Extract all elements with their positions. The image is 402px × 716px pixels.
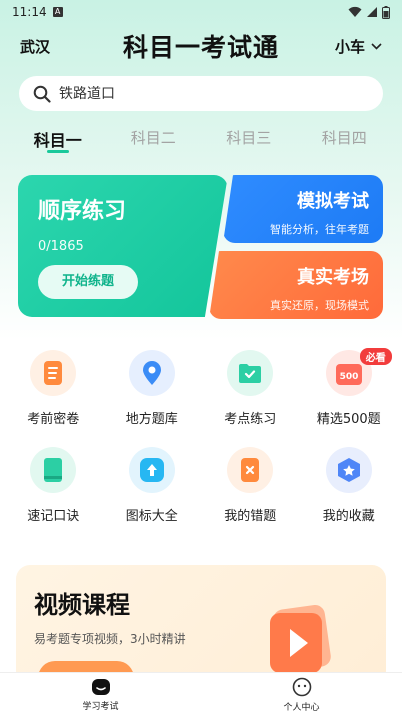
book-icon bbox=[44, 458, 63, 482]
feature-selected-500[interactable]: 500 必看 精选500题 bbox=[300, 348, 399, 427]
vehicle-label: 小车 bbox=[334, 37, 365, 56]
feature-label: 考前密卷 bbox=[27, 412, 80, 427]
status-bar: 11:14 A bbox=[0, 0, 402, 24]
start-practice-button[interactable]: 开始练题 bbox=[38, 265, 138, 299]
practice-cards: 顺序练习 0/1865 开始练题 模拟考试 智能分析，往年考题 真实考场 真实还… bbox=[0, 175, 402, 320]
feature-grid: 考前密卷 地方题库 考点练习 500 必看 精选500题 速记口诀 图标大全 我… bbox=[0, 348, 402, 524]
feature-topic-practice[interactable]: 考点练习 bbox=[201, 350, 300, 427]
mock-exam-card[interactable]: 模拟考试 智能分析，往年考题 bbox=[223, 175, 383, 243]
battery-icon bbox=[382, 5, 390, 19]
bottom-navigation: 学习考试 个人中心 bbox=[0, 672, 402, 716]
sequential-practice-card[interactable]: 顺序练习 0/1865 开始练题 bbox=[18, 175, 228, 317]
real-exam-subtitle: 真实还原，现场模式 bbox=[270, 299, 369, 312]
nav-study[interactable]: 学习考试 bbox=[0, 673, 201, 716]
tab-subject-2[interactable]: 科目二 bbox=[106, 127, 202, 157]
feature-mnemonics[interactable]: 速记口诀 bbox=[4, 447, 103, 524]
star-favorite-icon bbox=[337, 458, 360, 482]
wifi-icon bbox=[348, 6, 362, 17]
status-time: 11:14 bbox=[12, 5, 47, 19]
tab-subject-1[interactable]: 科目一 bbox=[10, 127, 106, 157]
practice-progress: 0/1865 bbox=[38, 239, 84, 254]
location-pin-icon bbox=[142, 361, 161, 385]
must-see-badge: 必看 bbox=[359, 348, 392, 365]
city-selector[interactable]: 武汉 bbox=[20, 36, 90, 57]
nav-profile-label: 个人中心 bbox=[283, 702, 320, 713]
practice-title: 顺序练习 bbox=[38, 199, 127, 224]
study-icon bbox=[91, 678, 110, 695]
search-bar[interactable] bbox=[19, 76, 383, 111]
vehicle-selector[interactable]: 小车 bbox=[312, 36, 382, 57]
feature-wrong-answers[interactable]: 我的错题 bbox=[201, 447, 300, 524]
feature-label: 我的错题 bbox=[224, 509, 277, 524]
tab-subject-3[interactable]: 科目三 bbox=[201, 127, 297, 157]
tab-subject-4[interactable]: 科目四 bbox=[297, 127, 393, 157]
sim-icon: A bbox=[52, 7, 63, 17]
search-icon bbox=[33, 85, 51, 103]
feature-label: 速记口诀 bbox=[27, 509, 80, 524]
play-icon bbox=[270, 605, 331, 673]
app-title: 科目一考试通 bbox=[122, 33, 279, 62]
feature-exam-paper[interactable]: 考前密卷 bbox=[4, 350, 103, 427]
500-icon-text: 500 bbox=[339, 372, 358, 382]
feature-icon-collection[interactable]: 图标大全 bbox=[103, 447, 202, 524]
feature-favorites[interactable]: 我的收藏 bbox=[300, 447, 399, 524]
subject-tabs: 科目一 科目二 科目三 科目四 bbox=[0, 127, 402, 157]
profile-face-icon bbox=[292, 677, 311, 696]
upload-arrow-icon bbox=[139, 458, 164, 482]
feature-label: 我的收藏 bbox=[322, 509, 375, 524]
mock-exam-title: 模拟考试 bbox=[297, 191, 369, 212]
search-input[interactable] bbox=[59, 85, 369, 102]
mock-exam-subtitle: 智能分析，往年考题 bbox=[270, 223, 369, 236]
real-exam-card[interactable]: 真实考场 真实还原，现场模式 bbox=[209, 251, 383, 319]
nav-profile[interactable]: 个人中心 bbox=[201, 673, 402, 716]
feature-local-questions[interactable]: 地方题库 bbox=[103, 350, 202, 427]
feature-label: 地方题库 bbox=[125, 412, 178, 427]
chevron-down-icon bbox=[371, 42, 382, 50]
app-header: 武汉 科目一考试通 小车 bbox=[0, 26, 402, 66]
feature-label: 考点练习 bbox=[224, 412, 277, 427]
wrong-answers-icon bbox=[241, 458, 260, 482]
nav-study-label: 学习考试 bbox=[82, 701, 119, 712]
video-course-card[interactable]: 视频课程 易考题专项视频，3小时精讲 bbox=[16, 565, 386, 685]
feature-label: 精选500题 bbox=[316, 412, 381, 427]
feature-label: 图标大全 bbox=[125, 509, 178, 524]
exam-paper-icon bbox=[44, 361, 63, 385]
signal-icon bbox=[367, 7, 377, 17]
500-icon: 500 bbox=[335, 364, 362, 385]
real-exam-title: 真实考场 bbox=[297, 267, 369, 288]
folder-check-icon bbox=[239, 364, 262, 383]
